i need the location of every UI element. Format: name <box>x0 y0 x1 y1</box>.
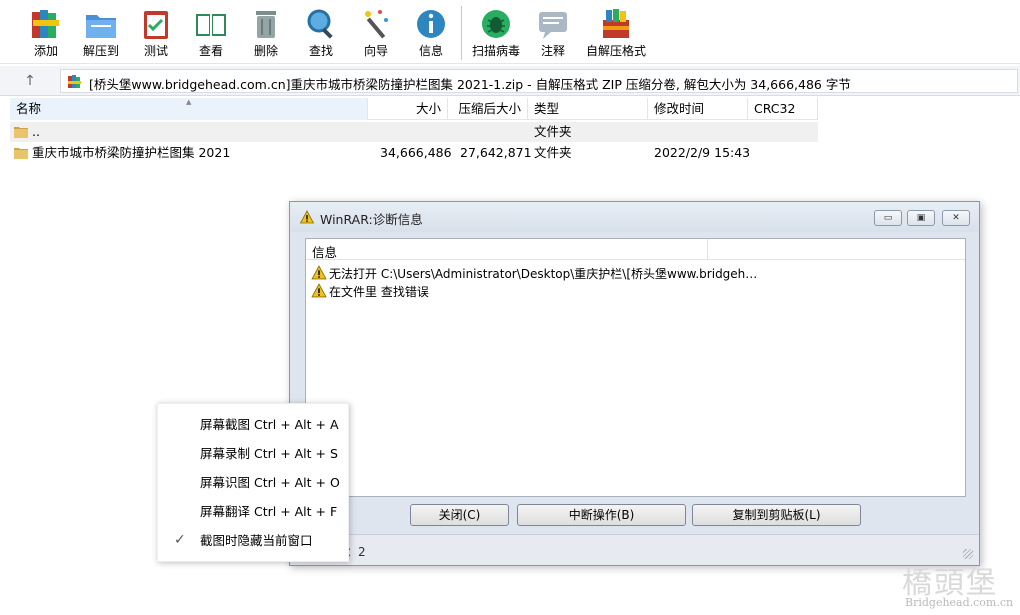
menu-item-label: 屏幕识图 Ctrl + Alt + O <box>200 475 340 490</box>
sort-ascending-icon: ▲ <box>186 98 192 106</box>
comment-label: 注释 <box>540 44 565 58</box>
address-bar: ↑ [桥头堡www.bridgehead.com.cn]重庆市城市桥梁防撞护栏图… <box>0 66 1020 96</box>
books-add-icon <box>32 10 59 38</box>
wizard-button[interactable]: 向导 <box>350 4 402 62</box>
menu-item-screen-record[interactable]: 屏幕录制 Ctrl + Alt + S <box>158 439 348 468</box>
info-icon <box>417 10 445 38</box>
menu-item-label: 截图时隐藏当前窗口 <box>200 533 313 548</box>
menu-item-label: 屏幕录制 Ctrl + Alt + S <box>200 446 338 461</box>
watermark-url: Bridgehead.com.cn <box>905 596 1014 609</box>
toolbar-separator <box>461 6 462 60</box>
message-list[interactable]: 信息 无法打开 C:\Users\Administrator\Desktop\重… <box>305 238 966 497</box>
screenshot-context-menu: 屏幕截图 Ctrl + Alt + A 屏幕录制 Ctrl + Alt + S … <box>157 403 349 562</box>
message-column-header: 信息 <box>312 245 338 260</box>
test-button[interactable]: 测试 <box>130 4 182 62</box>
folder-extract-icon <box>86 15 116 38</box>
find-label: 查找 <box>308 44 333 58</box>
dialog-statusbar: 错误总数：2 <box>290 534 979 565</box>
trash-delete-icon <box>256 11 276 38</box>
address-field[interactable]: [桥头堡www.bridgehead.com.cn]重庆市城市桥梁防撞护栏图集 … <box>60 69 1018 93</box>
wand-wizard-icon <box>365 10 388 39</box>
header-divider <box>707 239 708 260</box>
warning-icon <box>311 283 327 298</box>
column-modified[interactable]: 修改时间 <box>648 98 748 120</box>
column-type[interactable]: 类型 <box>528 98 648 120</box>
info-button[interactable]: 信息 <box>405 4 457 62</box>
clipboard-test-icon <box>144 11 168 39</box>
view-label: 查看 <box>198 44 223 58</box>
column-size[interactable]: 大小 <box>368 98 448 120</box>
menu-item-label: 屏幕截图 Ctrl + Alt + A <box>200 417 339 432</box>
add-button[interactable]: 添加 <box>20 4 72 62</box>
row-size: 34,666,486 <box>380 145 452 160</box>
up-arrow-icon[interactable]: ↑ <box>20 71 40 91</box>
minimize-icon[interactable]: ▭ <box>874 210 902 226</box>
close-icon[interactable]: ✕ <box>942 210 970 226</box>
extract-to-button[interactable]: 解压到 <box>75 4 127 62</box>
archive-icon <box>68 75 81 88</box>
copy-to-clipboard-button[interactable]: 复制到剪贴板(L) <box>692 504 861 526</box>
file-list-header: 名称 ▲ 大小 压缩后大小 类型 修改时间 CRC32 <box>10 98 818 120</box>
menu-item-hide-window[interactable]: ✓ 截图时隐藏当前窗口 <box>158 526 348 555</box>
test-label: 测试 <box>143 44 168 58</box>
message-list-header: 信息 <box>306 239 965 260</box>
row-packed: 27,642,871 <box>460 145 532 160</box>
dialog-titlebar[interactable]: WinRAR:诊断信息 ▭ ▣ ✕ <box>290 202 979 232</box>
magnifier-find-icon <box>307 9 333 39</box>
sfx-box-icon <box>603 9 629 38</box>
column-crc32[interactable]: CRC32 <box>748 98 818 120</box>
message-text: 在文件里 查找错误 <box>329 285 429 299</box>
sfx-button[interactable]: 自解压格式 <box>585 4 647 62</box>
warning-icon <box>300 210 314 224</box>
info-label: 信息 <box>418 44 443 58</box>
row-modified: 2022/2/9 15:43 <box>654 145 751 160</box>
find-button[interactable]: 查找 <box>295 4 347 62</box>
menu-item-screenshot[interactable]: 屏幕截图 Ctrl + Alt + A <box>158 410 348 439</box>
warning-icon <box>311 265 327 280</box>
close-button[interactable]: 关闭(C) <box>410 504 509 526</box>
menu-item-screen-ocr[interactable]: 屏幕识图 Ctrl + Alt + O <box>158 468 348 497</box>
scan-virus-label: 扫描病毒 <box>471 44 520 58</box>
menu-item-screen-translate[interactable]: 屏幕翻译 Ctrl + Alt + F <box>158 497 348 526</box>
extract-to-label: 解压到 <box>82 44 119 58</box>
comment-icon <box>539 12 567 39</box>
column-packed[interactable]: 压缩后大小 <box>448 98 528 120</box>
row-name: 重庆市城市桥梁防撞护栏图集 2021 <box>32 145 231 160</box>
abort-button[interactable]: 中断操作(B) <box>517 504 686 526</box>
row-type: 文件夹 <box>534 145 572 160</box>
bug-scan-icon <box>482 10 510 38</box>
menu-item-label: 屏幕翻译 Ctrl + Alt + F <box>200 504 338 519</box>
view-button[interactable]: 查看 <box>185 4 237 62</box>
delete-label: 删除 <box>253 44 278 58</box>
address-text: [桥头堡www.bridgehead.com.cn]重庆市城市桥梁防撞护栏图集 … <box>89 77 851 92</box>
row-type: 文件夹 <box>534 124 572 139</box>
checkmark-icon: ✓ <box>174 532 186 548</box>
row-name: .. <box>32 124 40 139</box>
message-text: 无法打开 C:\Users\Administrator\Desktop\重庆护栏… <box>329 267 758 281</box>
wizard-label: 向导 <box>363 44 388 58</box>
add-label: 添加 <box>33 44 58 58</box>
scan-virus-button[interactable]: 扫描病毒 <box>470 4 522 62</box>
table-row[interactable]: .. 文件夹 <box>10 122 818 142</box>
delete-button[interactable]: 删除 <box>240 4 292 62</box>
book-view-icon <box>196 14 226 36</box>
comment-button[interactable]: 注释 <box>527 4 579 62</box>
folder-icon <box>14 127 28 138</box>
maximize-icon[interactable]: ▣ <box>907 210 935 226</box>
toolbar: 添加 解压到 测试 查看 删除 查找 向导 信息 扫描病毒 注释 自解压格式 <box>0 0 1020 64</box>
folder-icon <box>14 148 28 159</box>
sfx-label: 自解压格式 <box>585 44 646 58</box>
table-row[interactable]: 重庆市城市桥梁防撞护栏图集 2021 34,666,486 27,642,871… <box>10 143 818 163</box>
dialog-title: WinRAR:诊断信息 <box>320 212 423 227</box>
diagnostic-dialog: WinRAR:诊断信息 ▭ ▣ ✕ 信息 无法打开 C:\Users\Admin… <box>289 201 980 566</box>
